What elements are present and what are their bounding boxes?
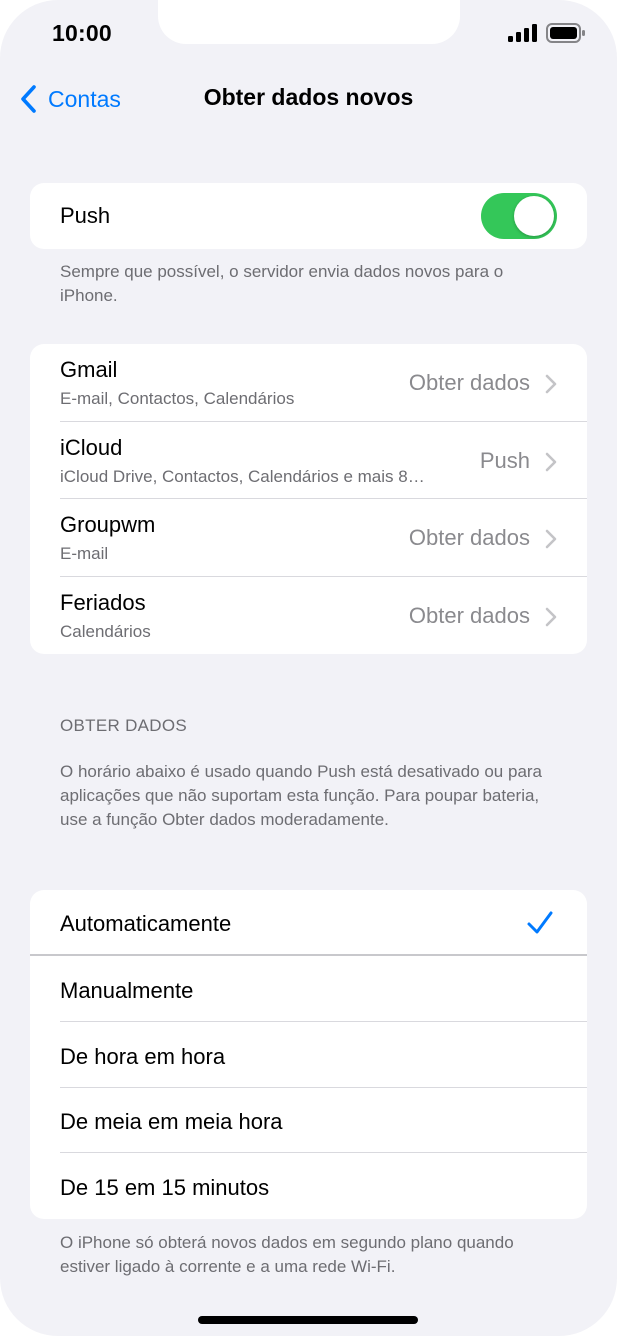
status-time: 10:00 (52, 20, 112, 46)
checkmark-icon (527, 911, 553, 934)
chevron-right-icon (545, 607, 557, 627)
account-name: Groupwm (60, 512, 156, 537)
fetch-option-label: Manualmente (60, 978, 194, 1003)
push-label: Push (60, 203, 111, 228)
account-subtitle: E-mail (60, 544, 109, 563)
account-fetch-value: Push (479, 448, 530, 473)
account-row-gmail[interactable]: Gmail E-mail, Contactos, Calendários Obt… (30, 344, 587, 422)
account-fetch-value: Obter dados (408, 603, 530, 628)
account-fetch-value: Obter dados (408, 370, 530, 395)
accounts-list: Gmail E-mail, Contactos, Calendários Obt… (30, 344, 587, 654)
fetch-option-manual[interactable]: Manualmente (30, 956, 587, 1022)
fetch-section-header: OBTER DADOS (60, 716, 188, 735)
fetch-option-label: De meia em meia hora (60, 1109, 283, 1134)
fetch-options-list: Automaticamente Manualmente De hora em h… (30, 890, 587, 1219)
account-name: Gmail (60, 357, 118, 382)
phone-screen: 10:00 Contas Obter dados novos Push Semp… (0, 0, 617, 1336)
account-row-feriados[interactable]: Feriados Calendários Obter dados (30, 577, 587, 654)
chevron-right-icon (545, 529, 557, 549)
battery-icon (546, 23, 585, 43)
fetch-option-label: De hora em hora (60, 1044, 226, 1069)
fetch-option-hourly[interactable]: De hora em hora (30, 1022, 587, 1088)
fetch-option-label: De 15 em 15 minutos (60, 1175, 270, 1200)
push-toggle-knob (514, 196, 554, 236)
fetch-option-15-minutes[interactable]: De 15 em 15 minutos (30, 1153, 587, 1219)
fetch-description: O horário abaixo é usado quando Push est… (60, 762, 543, 829)
fetch-footnote: O iPhone só obterá novos dados em segund… (60, 1233, 514, 1276)
notch (158, 0, 460, 44)
account-subtitle: Calendários (60, 622, 151, 641)
push-toggle[interactable] (481, 193, 557, 239)
account-subtitle: E-mail, Contactos, Calendários (60, 389, 295, 408)
account-name: iCloud (60, 435, 123, 460)
page-title: Obter dados novos (203, 84, 414, 110)
account-subtitle: iCloud Drive, Contactos, Calendários e m… (60, 467, 425, 486)
account-row-icloud[interactable]: iCloud iCloud Drive, Contactos, Calendár… (30, 422, 587, 499)
home-indicator[interactable] (198, 1316, 418, 1324)
chevron-right-icon (545, 452, 557, 472)
fetch-option-automatic[interactable]: Automaticamente (30, 890, 587, 956)
account-row-groupwm[interactable]: Groupwm E-mail Obter dados (30, 499, 587, 577)
chevron-right-icon (545, 374, 557, 394)
fetch-option-half-hourly[interactable]: De meia em meia hora (30, 1088, 587, 1153)
account-name: Feriados (60, 590, 146, 615)
account-fetch-value: Obter dados (408, 525, 530, 550)
push-row: Push (30, 183, 587, 249)
fetch-option-label: Automaticamente (60, 911, 232, 936)
push-group: Push (30, 183, 587, 249)
cellular-signal-icon (508, 24, 537, 42)
push-footnote: Sempre que possível, o servidor envia da… (60, 262, 504, 305)
